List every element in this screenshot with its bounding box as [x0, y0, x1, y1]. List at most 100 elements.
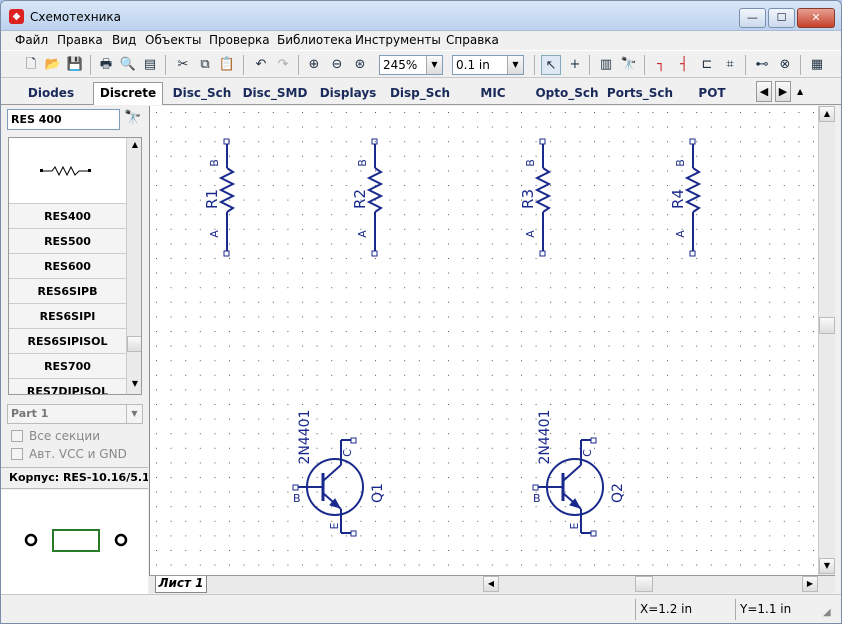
toolbar-divider: [745, 55, 746, 75]
redo-icon[interactable]: ↷: [273, 55, 293, 75]
list-item[interactable]: RES6SIPB: [9, 279, 126, 304]
checkbox-label: Все секции: [29, 429, 101, 443]
app-logo-icon: ◆: [9, 9, 24, 24]
list-item[interactable]: RES7DIPISOL: [9, 379, 126, 394]
table-icon[interactable]: ▦: [807, 55, 827, 75]
resize-grip-icon[interactable]: ◢: [823, 607, 831, 618]
menu-check[interactable]: Проверка: [209, 33, 270, 47]
schematic-svg[interactable]: R1 B A R2 B A R3 B A R4 B A 2N4401 Q1 B C E 2N4401 Q2 B C E: [150, 106, 818, 575]
net-port-icon[interactable]: ⊏: [697, 55, 717, 75]
menu-edit[interactable]: Правка: [57, 33, 103, 47]
package-label: Корпус: RES-10.16/5.1: [1, 467, 148, 489]
library-tabs: Diodes Discrete Disc_Sch Disc_SMD Displa…: [1, 79, 841, 105]
library-panel: RES 400 🔭 RES400 RES500 RES600 RES6SIPB …: [1, 106, 148, 594]
toolbar-divider: [800, 55, 801, 75]
all-sections-checkbox[interactable]: Все секции: [11, 429, 100, 443]
tab-pot[interactable]: POT: [677, 83, 747, 104]
part-select[interactable]: Part 1 ▼: [7, 404, 143, 424]
scroll-down-icon[interactable]: ▼: [819, 558, 835, 574]
list-item[interactable]: RES400: [9, 204, 126, 229]
scroll-right-icon[interactable]: ▶: [802, 576, 818, 592]
scroll-up-icon[interactable]: ▲: [127, 138, 141, 154]
tab-mic[interactable]: MIC: [457, 83, 529, 104]
tab-diodes[interactable]: Diodes: [9, 83, 93, 104]
list-item[interactable]: RES6SIPI: [9, 304, 126, 329]
scroll-down-icon[interactable]: ▼: [127, 377, 141, 393]
toolbar-divider: [90, 55, 91, 75]
close-button[interactable]: ✕: [797, 8, 835, 28]
cut-icon[interactable]: ✂: [173, 55, 193, 75]
menu-file[interactable]: Файл: [15, 33, 48, 47]
transistor-part-label: 2N4401: [297, 409, 313, 464]
crosshair-icon[interactable]: +: [565, 55, 585, 75]
auto-vcc-gnd-checkbox[interactable]: Авт. VCC и GND: [11, 447, 127, 461]
print-icon[interactable]: 🖶: [96, 55, 116, 75]
scroll-up-icon[interactable]: ▲: [819, 106, 835, 122]
pin-label-c: C: [581, 449, 594, 457]
find-icon[interactable]: 🔭: [619, 55, 639, 75]
junction-icon[interactable]: ⊗: [775, 55, 795, 75]
tab-displays[interactable]: Displays: [313, 83, 383, 104]
undo-icon[interactable]: ↶: [251, 55, 271, 75]
pin-icon[interactable]: ⊷: [752, 55, 772, 75]
tab-scroll-right-icon[interactable]: ▶: [775, 81, 791, 102]
maximize-button[interactable]: ☐: [768, 8, 795, 28]
menu-tools[interactable]: Инструменты: [355, 33, 441, 47]
minimize-button[interactable]: —: [739, 8, 766, 28]
component-icon[interactable]: ▥: [596, 55, 616, 75]
schematic-canvas[interactable]: R1 B A R2 B A R3 B A R4 B A 2N4401 Q1 B C E 2N4401 Q2 B C E: [149, 106, 818, 575]
zoom-fit-icon[interactable]: ⊛: [350, 55, 370, 75]
component-search-input[interactable]: RES 400: [7, 109, 120, 130]
save-icon[interactable]: 💾: [65, 55, 85, 75]
report-icon[interactable]: ▤: [140, 55, 160, 75]
net-label-icon[interactable]: ⌗: [720, 55, 740, 75]
tab-menu-icon[interactable]: ▲: [797, 87, 803, 96]
sheet-tab[interactable]: Лист 1: [155, 576, 207, 593]
select-arrow-icon[interactable]: ↖: [541, 55, 561, 75]
tab-disc-smd[interactable]: Disc_SMD: [239, 83, 311, 104]
pin-label-a: A: [356, 230, 369, 238]
resistor-ref-label: R3: [519, 189, 537, 209]
horizontal-scroll-thumb[interactable]: [635, 576, 653, 592]
title-bar[interactable]: ◆ Схемотехника — ☐ ✕: [1, 1, 841, 31]
menu-library[interactable]: Библиотека: [277, 33, 352, 47]
scroll-thumb[interactable]: [127, 336, 141, 352]
scroll-left-icon[interactable]: ◀: [483, 576, 499, 592]
copy-icon[interactable]: ⧉: [195, 55, 215, 75]
menu-objects[interactable]: Объекты: [145, 33, 201, 47]
component-preview: [9, 138, 126, 204]
tab-scroll-left-icon[interactable]: ◀: [756, 81, 772, 102]
zoom-select[interactable]: 245% ▼: [379, 55, 443, 75]
binoculars-icon[interactable]: 🔭: [124, 110, 141, 126]
resistor-ref-label: R1: [203, 189, 221, 209]
scroll-thumb[interactable]: [819, 317, 835, 334]
tab-disp-sch[interactable]: Disp_Sch: [384, 83, 456, 104]
toolbar-divider: [644, 55, 645, 75]
print-preview-icon[interactable]: 🔍: [118, 55, 138, 75]
wire-icon[interactable]: ┐: [651, 55, 671, 75]
toolbar-divider: [165, 55, 166, 75]
menu-view[interactable]: Вид: [112, 33, 136, 47]
list-item[interactable]: RES700: [9, 354, 126, 379]
new-file-icon[interactable]: 🗋: [21, 55, 41, 75]
tab-ports-sch[interactable]: Ports_Sch: [604, 83, 676, 104]
list-item[interactable]: RES500: [9, 229, 126, 254]
list-item[interactable]: RES600: [9, 254, 126, 279]
component-list-scrollbar[interactable]: ▲ ▼: [126, 138, 141, 394]
canvas-vertical-scrollbar[interactable]: ▲ ▼: [818, 106, 835, 575]
zoom-out-icon[interactable]: ⊖: [327, 55, 347, 75]
paste-icon[interactable]: 📋: [217, 55, 237, 75]
menu-help[interactable]: Справка: [446, 33, 499, 47]
grid-select[interactable]: 0.1 in ▼: [452, 55, 524, 75]
pin-label-b: B: [356, 159, 369, 167]
open-folder-icon[interactable]: 📂: [43, 55, 63, 75]
bus-icon[interactable]: ┤: [674, 55, 694, 75]
tab-discrete[interactable]: Discrete: [93, 82, 163, 105]
tab-opto-sch[interactable]: Opto_Sch: [531, 83, 603, 104]
pin-label-b: B: [208, 159, 221, 167]
list-item[interactable]: RES6SIPISOL: [9, 329, 126, 354]
zoom-in-icon[interactable]: ⊕: [304, 55, 324, 75]
chevron-down-icon: ▼: [507, 56, 523, 74]
tab-disc-sch[interactable]: Disc_Sch: [166, 83, 238, 104]
toolbar-divider: [589, 55, 590, 75]
